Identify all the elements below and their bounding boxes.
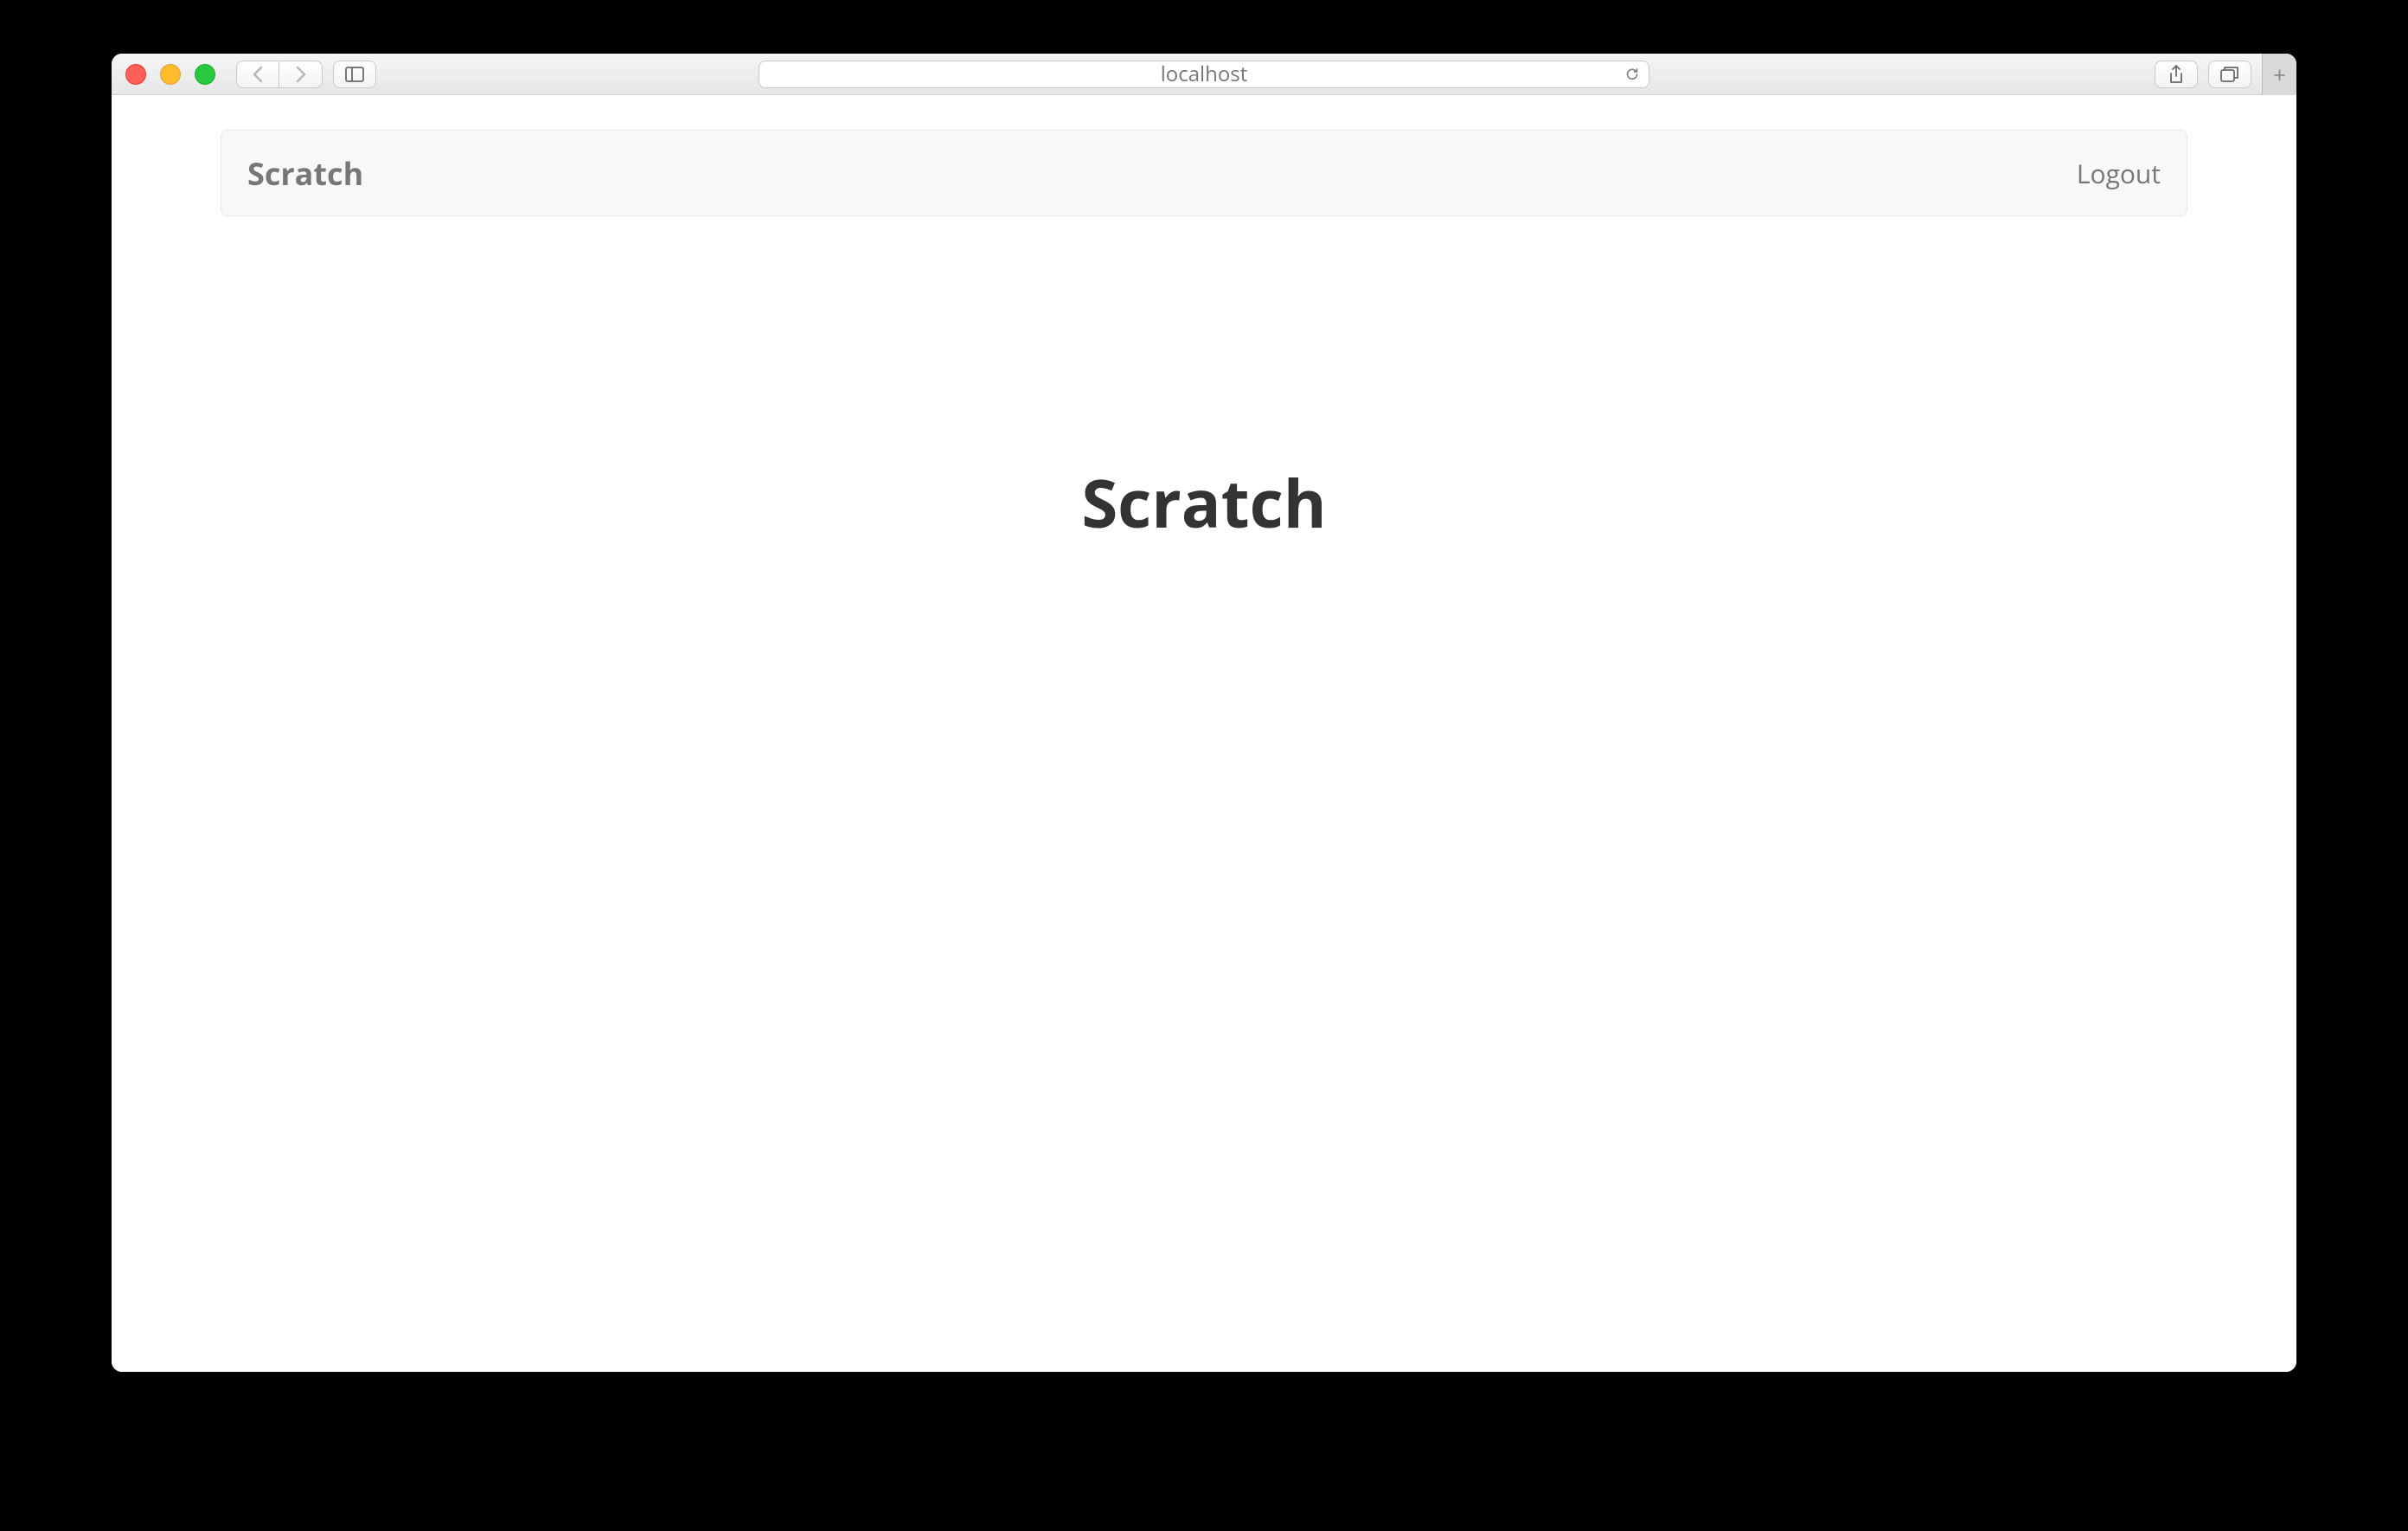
hero-section: Scratch xyxy=(221,458,2187,548)
window-controls xyxy=(125,64,215,85)
share-icon xyxy=(2168,65,2184,84)
navigation-buttons xyxy=(236,61,323,88)
address-bar-text: localhost xyxy=(1161,60,1248,88)
navbar-brand[interactable]: Scratch xyxy=(247,152,363,195)
close-window-button[interactable] xyxy=(125,64,146,85)
sidebar-icon xyxy=(345,67,364,82)
back-button[interactable] xyxy=(236,61,279,88)
page-content: Scratch Logout Scratch xyxy=(112,95,2296,1372)
forward-button[interactable] xyxy=(279,61,323,88)
reload-button[interactable] xyxy=(1624,67,1640,82)
logout-link[interactable]: Logout xyxy=(2077,156,2161,191)
maximize-window-button[interactable] xyxy=(195,64,215,85)
tabs-button[interactable] xyxy=(2208,61,2251,88)
page-heading: Scratch xyxy=(221,458,2187,548)
tabs-icon xyxy=(2220,66,2239,83)
browser-titlebar: localhost + xyxy=(112,54,2296,95)
chevron-right-icon xyxy=(295,66,307,83)
app-navbar: Scratch Logout xyxy=(221,130,2187,216)
sidebar-toggle-button[interactable] xyxy=(333,61,376,88)
navbar-right: Logout xyxy=(2077,156,2161,191)
minimize-window-button[interactable] xyxy=(160,64,181,85)
share-button[interactable] xyxy=(2155,61,2198,88)
browser-window: localhost + Scratch Logout Scratch xyxy=(112,54,2296,1372)
plus-icon: + xyxy=(2273,59,2286,90)
address-bar[interactable]: localhost xyxy=(759,61,1649,88)
toolbar-right: + xyxy=(2155,54,2283,95)
chevron-left-icon xyxy=(252,66,264,83)
new-tab-button[interactable]: + xyxy=(2262,54,2296,95)
reload-icon xyxy=(1624,67,1640,82)
